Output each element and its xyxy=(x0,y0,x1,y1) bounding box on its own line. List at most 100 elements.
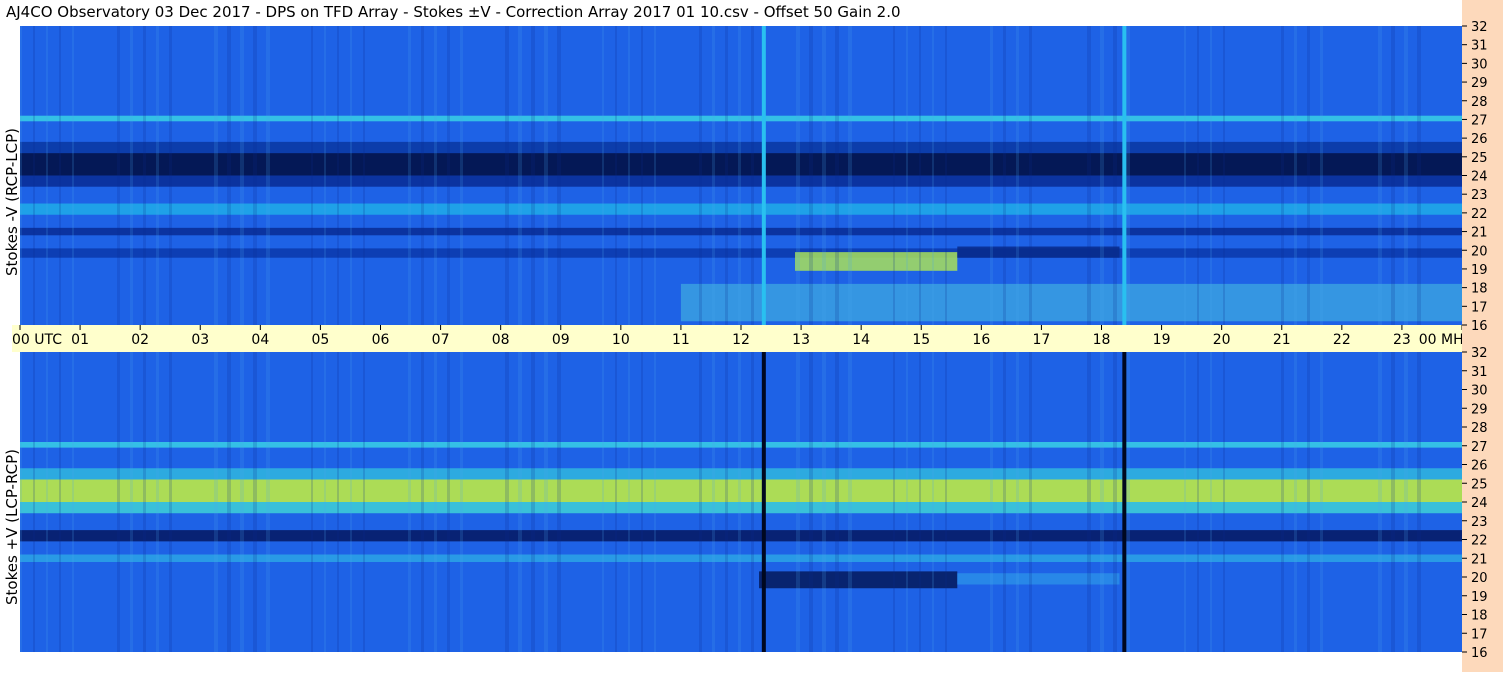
texture-stripe xyxy=(1307,352,1310,652)
bottom-spectrogram xyxy=(20,352,1462,652)
texture-stripe xyxy=(408,352,411,652)
texture-stripe xyxy=(46,352,48,652)
texture-stripe xyxy=(169,26,172,325)
texture-stripe xyxy=(809,352,813,652)
frequency-tick-label: 26 xyxy=(1471,132,1488,147)
texture-stripe xyxy=(712,352,715,652)
texture-stripe xyxy=(751,26,754,325)
texture-stripe xyxy=(602,26,604,325)
texture-stripe xyxy=(311,352,313,652)
texture-stripe xyxy=(796,352,800,652)
texture-stripe xyxy=(156,26,159,325)
time-tick-label: 02 xyxy=(131,332,149,348)
texture-stripe xyxy=(33,26,35,325)
texture-stripe xyxy=(59,26,61,325)
texture-stripe xyxy=(117,26,120,325)
texture-stripe xyxy=(1184,26,1186,325)
texture-stripe xyxy=(628,26,630,325)
spectrogram-feature xyxy=(957,573,1120,585)
texture-stripe xyxy=(143,26,146,325)
texture-stripe xyxy=(945,352,947,652)
chart-title: AJ4CO Observatory 03 Dec 2017 - DPS on T… xyxy=(6,3,901,21)
texture-stripe xyxy=(1087,352,1091,652)
frequency-tick-label: 20 xyxy=(1471,571,1488,586)
texture-stripe xyxy=(990,26,993,325)
texture-stripe xyxy=(990,352,993,652)
frequency-axis-strip: 16 17 18 19 20 21 22 23 24 25 26 27 28 29 30 31 32 16 17 18… xyxy=(1462,0,1503,672)
frequency-tick-label: 32 xyxy=(1471,346,1488,361)
texture-stripe xyxy=(350,352,352,652)
texture-stripe xyxy=(363,352,365,652)
texture-stripe xyxy=(1223,26,1225,325)
time-tick-label: 22 xyxy=(1333,332,1351,348)
texture-stripe xyxy=(848,352,852,652)
texture-stripe xyxy=(266,352,270,652)
texture-stripe xyxy=(214,26,218,325)
texture-stripe xyxy=(1016,352,1019,652)
texture-stripe xyxy=(1281,352,1284,652)
texture-stripe xyxy=(518,26,522,325)
frequency-tick-label: 27 xyxy=(1471,440,1488,455)
texture-stripe xyxy=(240,26,244,325)
frequency-tick-label: 20 xyxy=(1471,244,1488,259)
texture-stripe xyxy=(1100,352,1104,652)
texture-stripe xyxy=(311,26,313,325)
frequency-tick-label: 25 xyxy=(1471,151,1488,166)
time-tick-label: 17 xyxy=(1033,332,1051,348)
texture-stripe xyxy=(738,352,741,652)
frequency-tick-label: 18 xyxy=(1471,609,1488,624)
texture-stripe xyxy=(932,352,934,652)
texture-stripe xyxy=(1307,26,1310,325)
frequency-tick-label: 30 xyxy=(1471,57,1488,72)
texture-stripe xyxy=(531,352,535,652)
texture-stripe xyxy=(1391,352,1395,652)
texture-stripe xyxy=(408,26,411,325)
texture-stripe xyxy=(117,352,120,652)
frequency-tick-label: 21 xyxy=(1471,552,1488,567)
texture-stripe xyxy=(253,26,257,325)
time-axis: 00 UTC 01 02 03 04 05 06 07 08 09 10 11 12 13 14 15 16 17… xyxy=(12,325,1471,352)
time-tick-label: 15 xyxy=(912,332,930,348)
texture-stripe xyxy=(822,26,826,325)
texture-stripe xyxy=(848,26,852,325)
texture-stripe xyxy=(1113,26,1117,325)
texture-stripe xyxy=(1294,352,1297,652)
texture-stripe xyxy=(796,26,800,325)
time-tick-label: 08 xyxy=(492,332,510,348)
time-tick-label: 20 xyxy=(1213,332,1231,348)
vertical-marker-line xyxy=(761,352,766,652)
texture-stripe xyxy=(822,352,826,652)
texture-stripe xyxy=(72,26,74,325)
time-tick-label: 21 xyxy=(1273,332,1291,348)
texture-stripe xyxy=(214,352,218,652)
texture-stripe xyxy=(835,352,839,652)
texture-stripe xyxy=(1113,352,1117,652)
texture-stripe xyxy=(130,26,133,325)
texture-stripe xyxy=(20,26,22,325)
texture-stripe xyxy=(156,352,159,652)
texture-stripe xyxy=(751,352,754,652)
texture-stripe xyxy=(434,352,437,652)
texture-stripe xyxy=(1126,352,1130,652)
time-tick-label: 09 xyxy=(552,332,570,348)
texture-stripe xyxy=(1126,26,1130,325)
texture-stripe xyxy=(253,352,257,652)
vertical-marker-line xyxy=(761,26,766,325)
texture-stripe xyxy=(712,26,715,325)
frequency-tick-label: 31 xyxy=(1471,365,1488,380)
texture-stripe xyxy=(59,352,61,652)
texture-stripe xyxy=(628,352,630,652)
top-spectrogram-panel xyxy=(20,26,1462,325)
frequency-tick-label: 18 xyxy=(1471,282,1488,297)
frequency-tick-label: 17 xyxy=(1471,300,1488,315)
texture-stripe xyxy=(460,26,463,325)
texture-stripe xyxy=(518,352,522,652)
time-tick-label: 10 xyxy=(612,332,630,348)
texture-stripe xyxy=(1016,26,1019,325)
spectrogram-feature xyxy=(759,571,958,589)
texture-stripe xyxy=(1100,26,1104,325)
texture-stripe xyxy=(1087,26,1091,325)
texture-stripe xyxy=(460,352,463,652)
frequency-tick-label: 17 xyxy=(1471,627,1488,642)
texture-stripe xyxy=(143,352,146,652)
